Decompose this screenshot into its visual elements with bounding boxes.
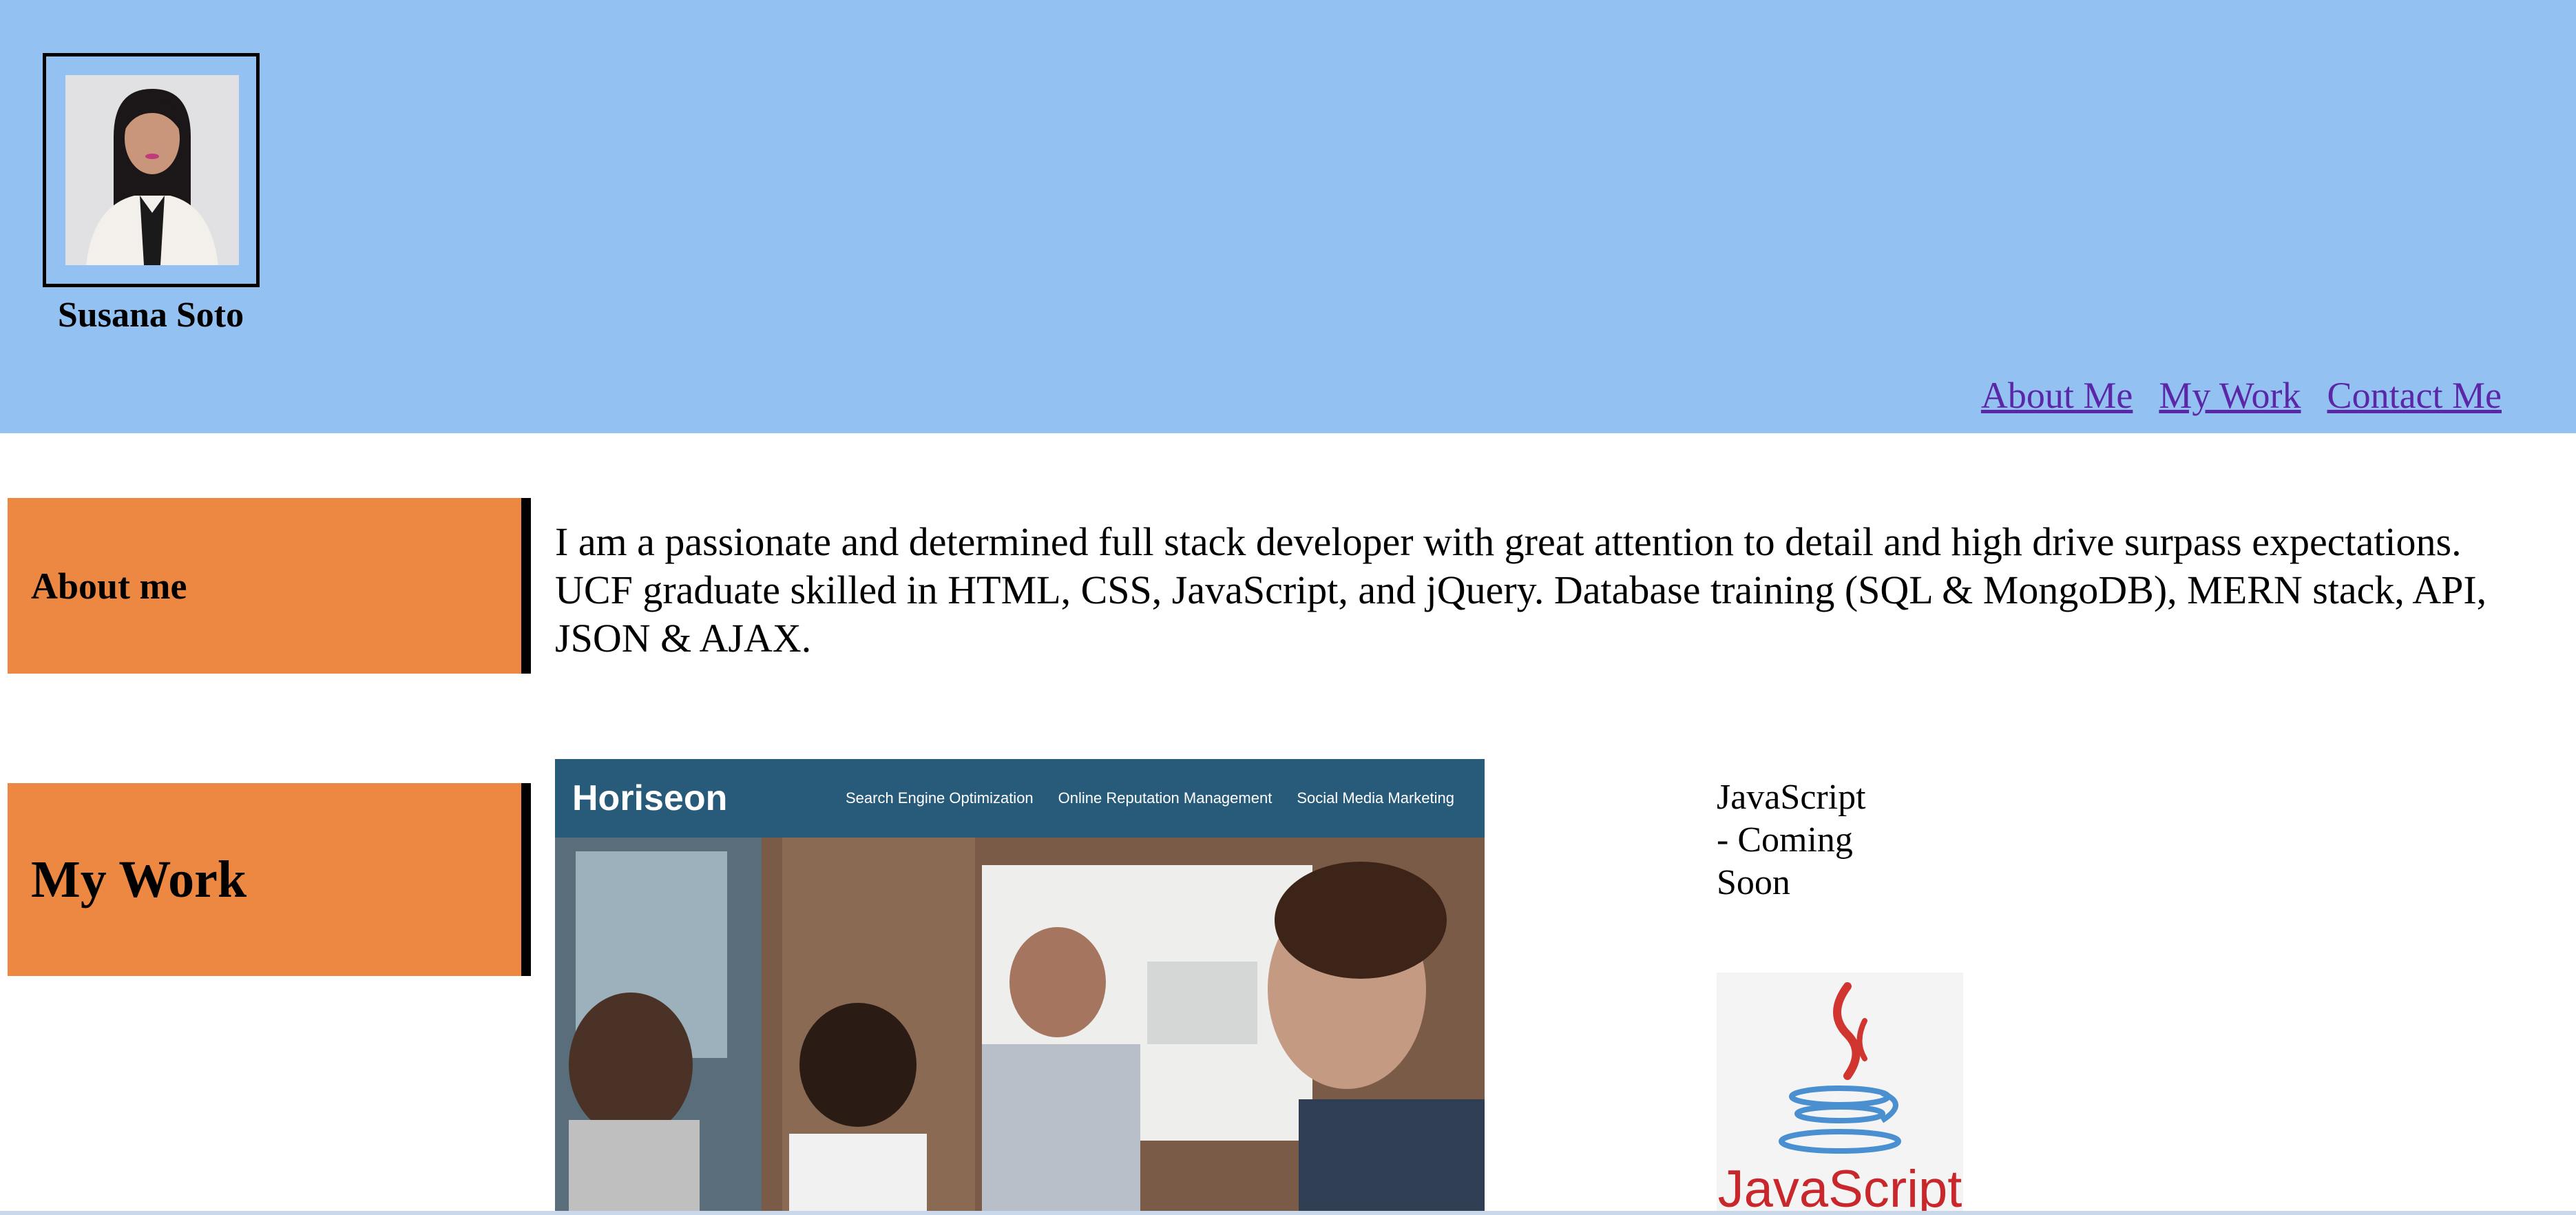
about-section-heading: About me xyxy=(8,498,531,674)
javascript-logo[interactable]: JavaScript xyxy=(1717,973,1963,1215)
about-text-line: JSON & AJAX. xyxy=(555,616,812,661)
javascript-logo-text: JavaScript xyxy=(1717,1160,1962,1215)
work-section-heading: My Work xyxy=(8,783,531,976)
project-site-link: Social Media Marketing xyxy=(1297,789,1454,807)
project-site-nav: Horiseon Search Engine Optimization Onli… xyxy=(555,759,1485,838)
nav-about-me[interactable]: About Me xyxy=(1981,374,2133,417)
nav-my-work[interactable]: My Work xyxy=(2159,374,2301,417)
profile-photo-frame xyxy=(43,53,260,287)
profile-photo xyxy=(65,75,239,265)
project-hero-photo xyxy=(555,838,1485,1215)
coming-soon-line: JavaScript xyxy=(1717,778,1866,817)
project-site-logo: Horiseon xyxy=(572,778,728,818)
main-nav: About Me My Work Contact Me xyxy=(1981,374,2502,417)
project-site-link: Online Reputation Management xyxy=(1058,789,1273,807)
project-site-link: Search Engine Optimization xyxy=(845,789,1034,807)
coming-soon-line: - Coming xyxy=(1717,820,1853,860)
coming-soon-line: Soon xyxy=(1717,863,1790,902)
brand-name: Susana Soto xyxy=(57,295,244,335)
about-text-line: I am a passionate and determined full st… xyxy=(555,519,2462,564)
nav-contact-me[interactable]: Contact Me xyxy=(2327,374,2502,417)
about-text-line: UCF graduate skilled in HTML, CSS, JavaS… xyxy=(555,568,2487,612)
page-bottom-divider xyxy=(0,1211,2576,1215)
coming-soon-label: JavaScript - Coming Soon xyxy=(1717,776,1896,904)
about-text: I am a passionate and determined full st… xyxy=(555,518,2576,663)
site-header: Susana Soto About Me My Work Contact Me xyxy=(0,0,2576,433)
profile-photo-image xyxy=(65,75,239,265)
project-site-links: Search Engine Optimization Online Reputa… xyxy=(846,789,1454,807)
project-screenshot-horiseon[interactable]: Horiseon Search Engine Optimization Onli… xyxy=(555,759,1485,1215)
